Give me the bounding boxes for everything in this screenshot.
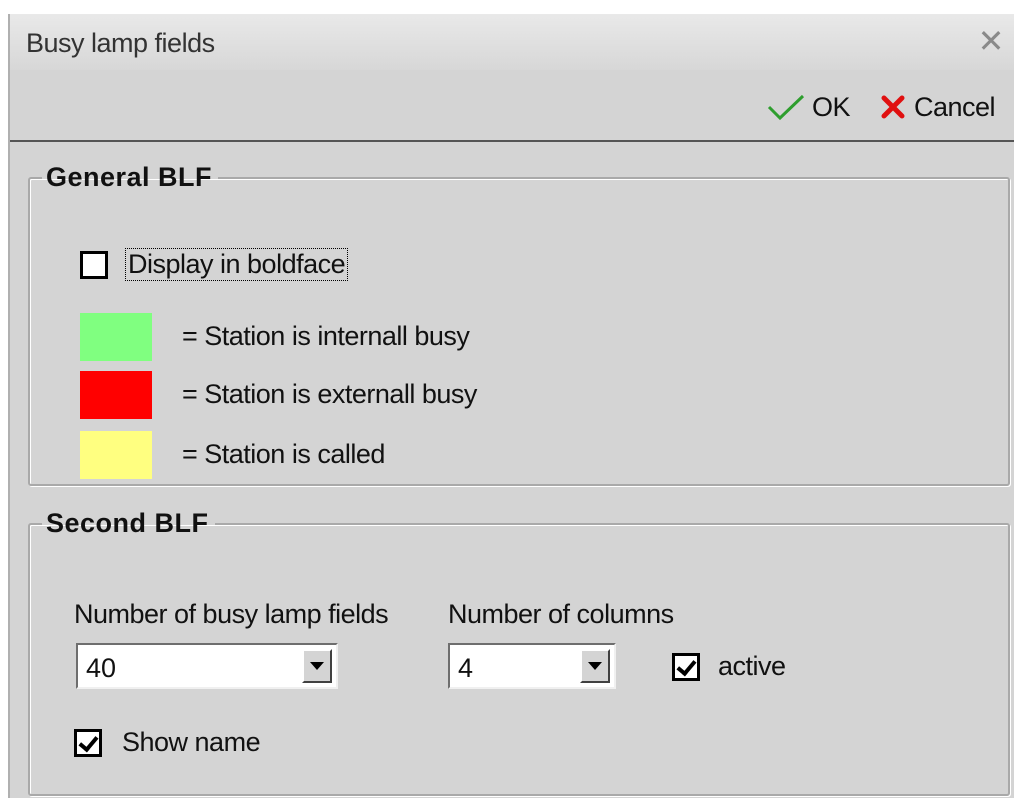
- num-columns-label: Number of columns: [448, 599, 674, 629]
- boldface-label[interactable]: Display in boldface: [124, 248, 349, 281]
- check-icon: [767, 94, 805, 121]
- chevron-down-icon[interactable]: [302, 649, 332, 683]
- cancel-label: Cancel: [914, 91, 996, 122]
- external-busy-label: = Station is externall busy: [182, 379, 477, 409]
- general-blf-legend: General BLF: [46, 162, 213, 192]
- second-blf-legend: Second BLF: [46, 508, 209, 538]
- busy-lamp-fields-dialog: Busy lamp fields ✕ OK Cancel General BLF…: [8, 14, 1014, 798]
- internal-busy-swatch: [80, 313, 152, 361]
- close-icon[interactable]: ✕: [974, 24, 1008, 58]
- called-swatch: [80, 431, 152, 479]
- second-blf-group: Second BLF Number of busy lamp fields 40…: [28, 508, 1010, 796]
- num-fields-select[interactable]: 40: [76, 643, 338, 689]
- toolbar: OK Cancel: [10, 70, 1014, 142]
- active-label[interactable]: active: [718, 651, 786, 682]
- called-label: = Station is called: [182, 439, 385, 469]
- num-columns-select[interactable]: 4: [448, 643, 616, 689]
- show-name-checkbox[interactable]: [74, 729, 102, 757]
- general-blf-group: General BLF Display in boldface = Statio…: [28, 162, 1010, 486]
- window-title: Busy lamp fields: [26, 28, 215, 58]
- chevron-down-icon[interactable]: [580, 649, 610, 683]
- num-fields-value: 40: [86, 653, 117, 683]
- ok-button[interactable]: OK: [766, 90, 851, 124]
- cancel-button[interactable]: Cancel: [878, 90, 996, 124]
- external-busy-swatch: [80, 371, 152, 419]
- num-fields-label: Number of busy lamp fields: [74, 599, 389, 629]
- title-bar[interactable]: Busy lamp fields ✕: [10, 14, 1014, 70]
- x-icon: [881, 95, 905, 119]
- boldface-checkbox[interactable]: [80, 251, 108, 279]
- ok-label: OK: [812, 91, 851, 122]
- num-columns-value: 4: [458, 653, 474, 683]
- internal-busy-label: = Station is internall busy: [182, 321, 470, 351]
- active-checkbox[interactable]: [672, 653, 700, 681]
- show-name-label[interactable]: Show name: [122, 727, 261, 758]
